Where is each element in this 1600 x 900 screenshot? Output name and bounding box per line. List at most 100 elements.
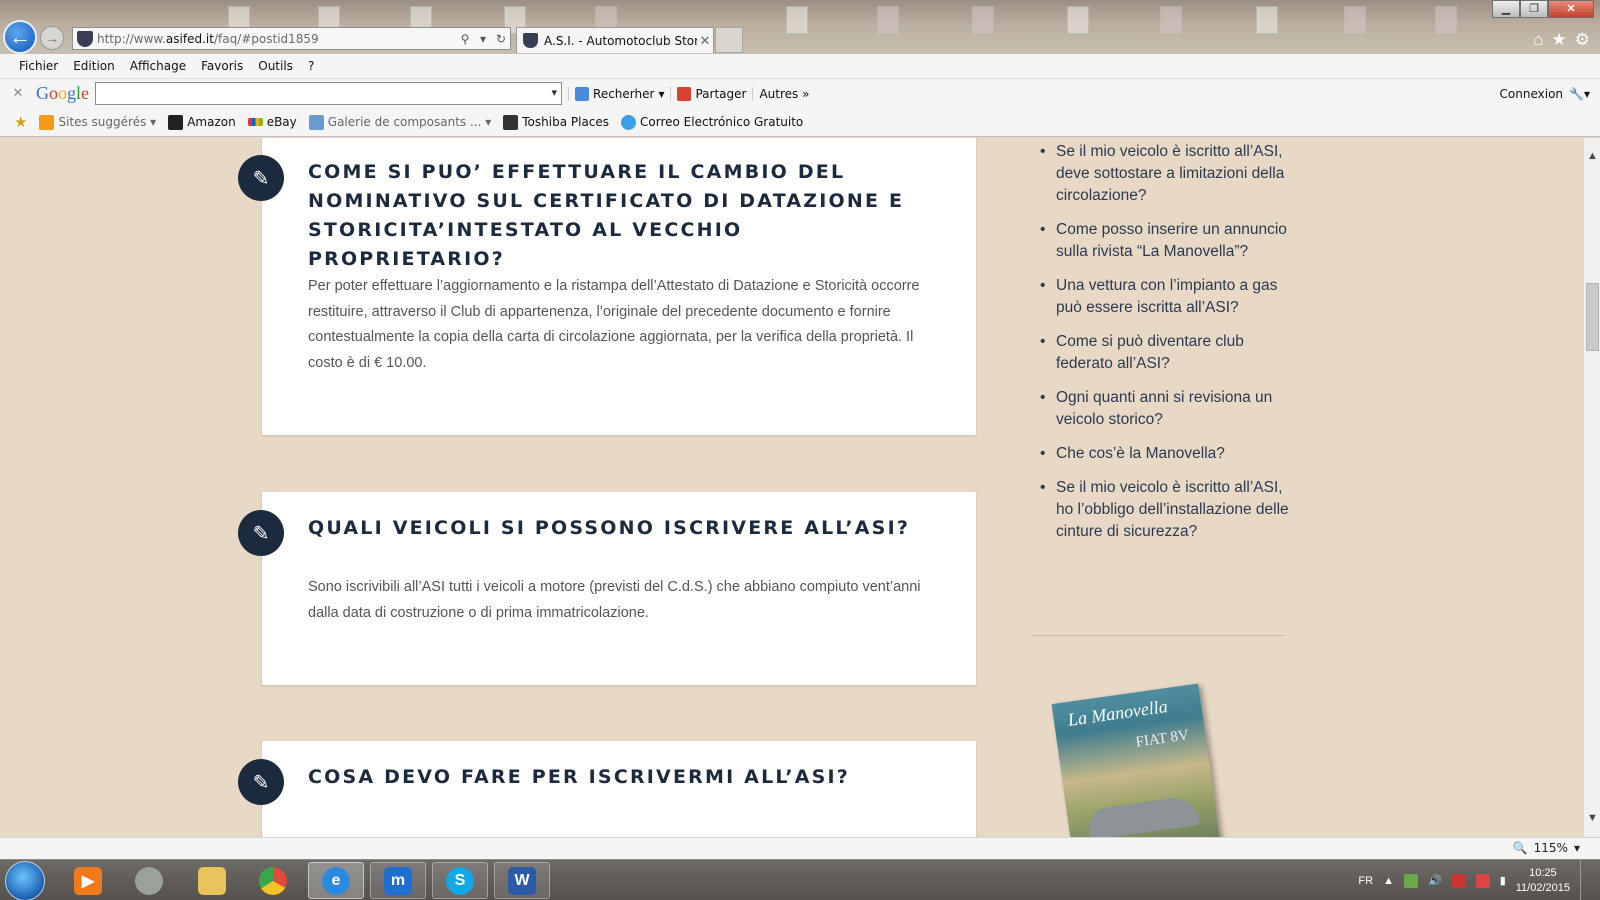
favorite-toshiba[interactable]: Toshiba Places	[503, 114, 610, 130]
favorite-galerie[interactable]: Galerie de composants ... ▾	[308, 114, 492, 130]
favorite-correo[interactable]: Correo Electrónico Gratuito	[621, 114, 803, 130]
connexion-button[interactable]: Connexion 🔧▾	[1500, 87, 1590, 101]
partager-button[interactable]: Partager	[670, 86, 752, 101]
favorite-sites-suggeres[interactable]: Sites suggérés ▾	[39, 114, 156, 130]
menu-fichier[interactable]: Fichier	[19, 59, 58, 73]
system-tray: FR ▲ 🔊 ▮ 10:25 11/02/2015	[1358, 860, 1590, 900]
menu-help[interactable]: ?	[308, 59, 314, 73]
sidebar-faq-link[interactable]: Ogni quanti anni si revisiona un veicolo…	[1032, 387, 1292, 431]
favorite-label: Toshiba Places	[522, 115, 610, 129]
sidebar-faq-list: Se il mio veicolo è iscritto all’ASI, de…	[1032, 141, 1292, 555]
flag-icon[interactable]	[1475, 873, 1490, 888]
taskbar-app-active[interactable]: e	[308, 862, 364, 899]
back-button[interactable]: ←	[3, 20, 37, 54]
faq-question-title[interactable]: COME SI PUO’ EFFETTUARE IL CAMBIO DEL NO…	[308, 158, 948, 274]
menu-affichage[interactable]: Affichage	[130, 59, 186, 73]
search-icon[interactable]: ⚲	[456, 32, 474, 46]
taskbar-app[interactable]: W	[494, 862, 550, 899]
close-toolbar-icon[interactable]: ✕	[0, 86, 36, 101]
autres-button[interactable]: Autres »	[752, 86, 815, 101]
volume-icon[interactable]: 🔊	[1428, 874, 1442, 887]
menu-outils[interactable]: Outils	[258, 59, 293, 73]
gallery-icon	[308, 114, 324, 130]
new-tab-button[interactable]	[715, 27, 743, 53]
tab-asi[interactable]: A.S.I. - Automotoclub Stori... ✕	[516, 27, 714, 53]
pencil-icon: ✎	[238, 759, 284, 805]
sidebar-faq-link[interactable]: Se il mio veicolo è iscritto all’ASI, ho…	[1032, 477, 1292, 543]
desktop-icon	[1344, 6, 1366, 34]
magazine-cover-image[interactable]: La Manovella FIAT 8V	[1051, 683, 1221, 837]
home-icon[interactable]: ⌂	[1533, 30, 1543, 50]
favorite-amazon[interactable]: Amazon	[168, 114, 236, 130]
wrench-icon[interactable]: 🔧▾	[1569, 87, 1590, 101]
close-window-button[interactable]: ✕	[1548, 0, 1594, 18]
clock[interactable]: 10:25 11/02/2015	[1516, 866, 1570, 896]
sidebar-faq-link[interactable]: Come si può diventare club federato all’…	[1032, 331, 1292, 375]
scroll-up-icon[interactable]: ▲	[1584, 148, 1600, 165]
faq-answer-text: Sono iscrivibili all’ASI tutti i veicoli…	[308, 579, 921, 621]
clock-date: 11/02/2015	[1515, 881, 1570, 894]
screen: ← → http://www.asifed.it/faq/#postid1859…	[0, 0, 1600, 900]
battery-icon[interactable]	[1451, 873, 1466, 888]
show-desktop-button[interactable]	[1580, 860, 1590, 900]
arrow-right-icon: →	[45, 30, 59, 46]
close-tab-icon[interactable]: ✕	[697, 33, 713, 49]
taskbar-app[interactable]	[245, 862, 301, 899]
favorites-star-icon[interactable]: ★	[1552, 30, 1567, 50]
maxthon-icon: m	[384, 866, 412, 895]
title-bar: ← → http://www.asifed.it/faq/#postid1859…	[0, 0, 1600, 54]
arrow-left-icon: ←	[9, 24, 31, 49]
partager-label: Partager	[695, 86, 747, 101]
desktop-icon	[1435, 6, 1457, 34]
menu-favoris[interactable]: Favoris	[201, 59, 243, 73]
page-viewport: COME SI PUO’ EFFETTUARE IL CAMBIO DEL NO…	[0, 138, 1583, 837]
faq-question-title[interactable]: QUALI VEICOLI SI POSSONO ISCRIVERE ALL’A…	[308, 514, 948, 543]
desktop-icon	[972, 6, 994, 34]
language-indicator[interactable]: FR	[1358, 875, 1373, 887]
vertical-scrollbar[interactable]: ▲ ▼	[1583, 138, 1600, 837]
network-icon[interactable]: ▮	[1500, 874, 1506, 887]
desktop-icon	[1067, 6, 1089, 34]
add-favorite-icon[interactable]: ★	[14, 113, 27, 131]
desktop-icon	[786, 6, 808, 34]
clock-time: 10:25	[1529, 866, 1557, 879]
minimize-button[interactable]: ▁	[1492, 0, 1520, 18]
window-controls: ▁ ❐ ✕	[1492, 0, 1594, 18]
desktop-icon	[1160, 6, 1182, 34]
chevron-up-icon[interactable]: ▲	[1383, 875, 1394, 887]
favorite-ebay[interactable]: eBay	[247, 115, 297, 129]
taskbar-app[interactable]	[184, 862, 240, 899]
forward-button[interactable]: →	[40, 26, 64, 50]
taskbar-app[interactable]: S	[432, 862, 488, 899]
sidebar-faq-link[interactable]: Come posso inserire un annuncio sulla ri…	[1032, 219, 1292, 263]
pencil-icon: ✎	[238, 510, 284, 556]
address-url: http://www.asifed.it/faq/#postid1859	[97, 31, 319, 46]
maximize-button[interactable]: ❐	[1520, 0, 1548, 18]
gear-icon[interactable]: ⚙	[1575, 30, 1590, 50]
sidebar-faq-link[interactable]: Se il mio veicolo è iscritto all’ASI, de…	[1032, 141, 1292, 207]
chevron-down-icon[interactable]: ▾	[1574, 841, 1580, 855]
refresh-icon[interactable]: ↻	[492, 32, 510, 46]
google-search-input[interactable]	[95, 82, 563, 105]
zoom-control[interactable]: 🔍 115% ▾	[1513, 841, 1580, 855]
taskbar: ▶ e m S W FR ▲ 🔊 ▮ 10:25 11/02/2015	[0, 859, 1600, 900]
sidebar-faq-link[interactable]: Che cos’è la Manovella?	[1032, 443, 1292, 465]
app-circle-icon	[135, 866, 163, 895]
google-search-icon	[575, 86, 590, 101]
address-bar[interactable]: http://www.asifed.it/faq/#postid1859 ⚲ ▾…	[72, 27, 511, 50]
scroll-thumb[interactable]	[1586, 283, 1599, 351]
menu-edition[interactable]: Edition	[73, 59, 115, 73]
scroll-down-icon[interactable]: ▼	[1584, 810, 1600, 827]
antivirus-icon[interactable]	[1403, 873, 1418, 888]
taskbar-app[interactable]	[121, 862, 177, 899]
desktop-icon	[1256, 6, 1278, 34]
favorite-label: Galerie de composants ... ▾	[327, 115, 492, 129]
start-button[interactable]	[5, 861, 45, 900]
rechercher-button[interactable]: Recherher ▾	[568, 86, 670, 101]
faq-question-title[interactable]: COSA DEVO FARE PER ISCRIVERMI ALL’ASI?	[308, 763, 948, 792]
sidebar-faq-link[interactable]: Una vettura con l’impianto a gas può ess…	[1032, 275, 1292, 319]
dropdown-icon[interactable]: ▾	[474, 32, 492, 46]
taskbar-app[interactable]: m	[370, 862, 426, 899]
faq-card: COSA DEVO FARE PER ISCRIVERMI ALL’ASI?	[262, 741, 976, 837]
taskbar-app[interactable]: ▶	[60, 862, 116, 899]
